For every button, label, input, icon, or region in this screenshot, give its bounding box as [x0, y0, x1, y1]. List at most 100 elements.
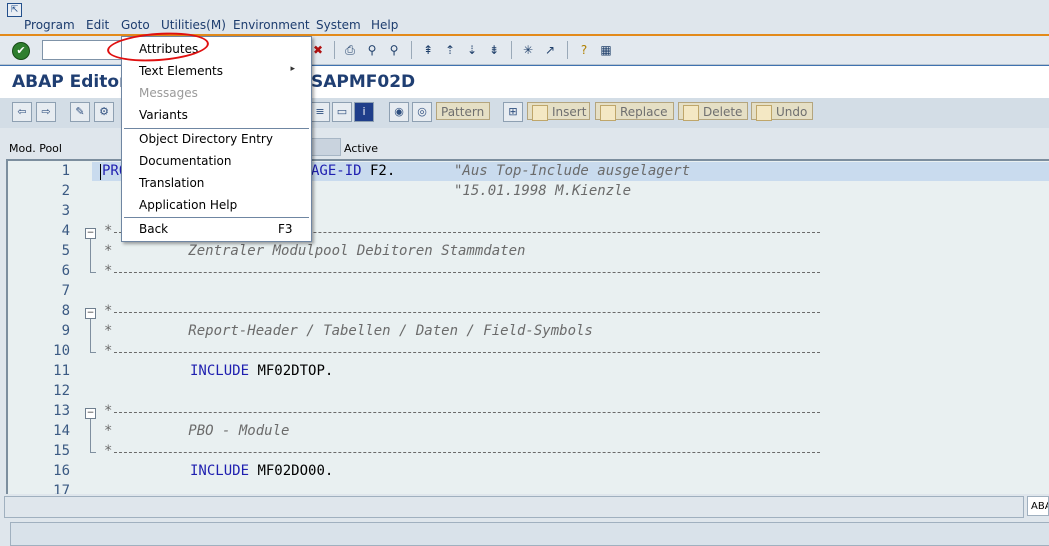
menu-shortcut-back: F3 [278, 222, 293, 236]
back-arrow-icon[interactable]: ⇦ [12, 102, 32, 122]
code-line: 15 * [8, 443, 1049, 463]
code-line: 5 * Zentraler Modulpool Debitoren Stammd… [8, 243, 1049, 263]
menu-program[interactable]: Program [24, 18, 75, 32]
shortcut-icon[interactable]: ↗ [542, 42, 558, 58]
delete-button-label: Delete [703, 105, 743, 119]
menu-item-text-elements-label: Text Elements [139, 64, 224, 78]
code-line: 10 * [8, 343, 1049, 363]
page-title: ABAP Editor [12, 72, 128, 92]
toolbar-separator [411, 41, 412, 59]
where-used-icon[interactable]: ◉ [389, 102, 409, 122]
edit-pencil-icon[interactable]: ✎ [70, 102, 90, 122]
code-keyword: INCLUDE [190, 463, 250, 479]
forward-arrow-icon[interactable]: ⇨ [36, 102, 56, 122]
menu-utilities[interactable]: Utilities(M) [161, 18, 226, 32]
first-page-icon[interactable]: ⇞ [420, 42, 436, 58]
insert-button-label: Insert [552, 105, 587, 119]
cancel-icon[interactable]: ✖ [310, 42, 326, 58]
help-icon[interactable]: ? [576, 42, 592, 58]
block-icon[interactable]: ⊞ [503, 102, 523, 122]
system-menu-icon[interactable]: ⇱ [7, 3, 22, 17]
menu-environment[interactable]: Environment [233, 18, 310, 32]
line-number: 6 [61, 263, 70, 279]
code-line: 9 * Report-Header / Tabellen / Daten / F… [8, 323, 1049, 343]
menu-separator [124, 217, 309, 218]
fold-bar [90, 419, 91, 452]
system-info-field[interactable]: ABA [1027, 496, 1049, 516]
code-comment: * PBO - Module [104, 423, 290, 439]
print-icon[interactable]: ⎙ [342, 42, 358, 58]
replace-icon [600, 104, 616, 121]
fold-toggle-icon[interactable]: − [85, 308, 96, 319]
code-line: 13 − * [8, 403, 1049, 423]
code-comment: * [104, 343, 113, 359]
code-line: 7 [8, 283, 1049, 303]
menu-item-documentation[interactable]: Documentation [139, 154, 232, 168]
menu-item-application-help[interactable]: Application Help [139, 198, 237, 212]
goto-dropdown-menu: Attributes Text Elements ▸ Messages Varia… [121, 36, 312, 242]
insert-button[interactable]: Insert [527, 102, 590, 121]
menu-item-back[interactable]: Back [139, 222, 168, 236]
code-text: MF02DTOP. [249, 363, 334, 379]
toolbar-separator [511, 41, 512, 59]
fold-toggle-icon[interactable]: − [85, 408, 96, 419]
line-number: 5 [61, 243, 70, 259]
line-number: 1 [61, 163, 70, 179]
menu-item-variants[interactable]: Variants [139, 108, 188, 122]
next-page-icon[interactable]: ⇣ [464, 42, 480, 58]
enter-check-icon[interactable]: ✔ [12, 42, 30, 60]
line-number: 14 [53, 423, 70, 439]
replace-button[interactable]: Replace [595, 102, 674, 121]
program-name: SAPMF02D [311, 72, 416, 92]
code-line: 11 INCLUDE MF02DTOP. [8, 363, 1049, 383]
last-page-icon[interactable]: ⇟ [486, 42, 502, 58]
menu-separator [124, 128, 309, 129]
toolbar-separator [567, 41, 568, 59]
pretty-printer-icon[interactable]: ≡ [310, 102, 330, 122]
code-text: F2. [361, 163, 396, 179]
menu-item-text-elements[interactable]: Text Elements ▸ [139, 64, 303, 78]
layout-menu-icon[interactable]: ▦ [598, 42, 614, 58]
undo-button-label: Undo [776, 105, 808, 119]
fold-bar-end [90, 452, 96, 453]
display-object-icon[interactable]: ▭ [332, 102, 352, 122]
code-text: MF02DO00. [249, 463, 334, 479]
menu-item-object-directory-entry[interactable]: Object Directory Entry [139, 132, 273, 146]
debug-icon[interactable]: ◎ [412, 102, 432, 122]
new-session-icon[interactable]: ✳ [520, 42, 536, 58]
info-icon[interactable]: i [354, 102, 374, 122]
line-number: 3 [61, 203, 70, 219]
toolbar-separator [334, 41, 335, 59]
find-next-icon[interactable]: ⚲ [386, 42, 402, 58]
line-number: 4 [61, 223, 70, 239]
menu-edit[interactable]: Edit [86, 18, 109, 32]
line-number: 10 [53, 343, 70, 359]
code-comment: * [104, 223, 113, 239]
comment-rule [114, 272, 820, 273]
code-comment: * [104, 303, 113, 319]
previous-page-icon[interactable]: ⇡ [442, 42, 458, 58]
line-number: 17 [53, 483, 70, 494]
menu-system[interactable]: System [316, 18, 361, 32]
code-comment: * [104, 443, 113, 459]
menu-item-translation[interactable]: Translation [139, 176, 204, 190]
line-number: 15 [53, 443, 70, 459]
fold-bar [90, 239, 91, 272]
undo-button[interactable]: Undo [751, 102, 813, 121]
pattern-button[interactable]: Pattern [436, 102, 490, 120]
code-line: 16 INCLUDE MF02DO00. [8, 463, 1049, 483]
check-syntax-icon[interactable]: ⚙ [94, 102, 114, 122]
menu-bar: ⇱ Program Edit Goto Utilities(M) Environ… [0, 0, 1049, 36]
fold-bar-end [90, 352, 96, 353]
code-line: 17 [8, 483, 1049, 494]
code-comment: * [104, 263, 113, 279]
fold-toggle-icon[interactable]: − [85, 228, 96, 239]
code-line: 8 − * [8, 303, 1049, 323]
delete-button[interactable]: Delete [678, 102, 748, 121]
menu-help[interactable]: Help [371, 18, 398, 32]
code-line: 14 * PBO - Module [8, 423, 1049, 443]
find-icon[interactable]: ⚲ [364, 42, 380, 58]
program-status: Active [344, 142, 379, 155]
line-number: 2 [61, 183, 70, 199]
menu-goto[interactable]: Goto [121, 18, 150, 32]
